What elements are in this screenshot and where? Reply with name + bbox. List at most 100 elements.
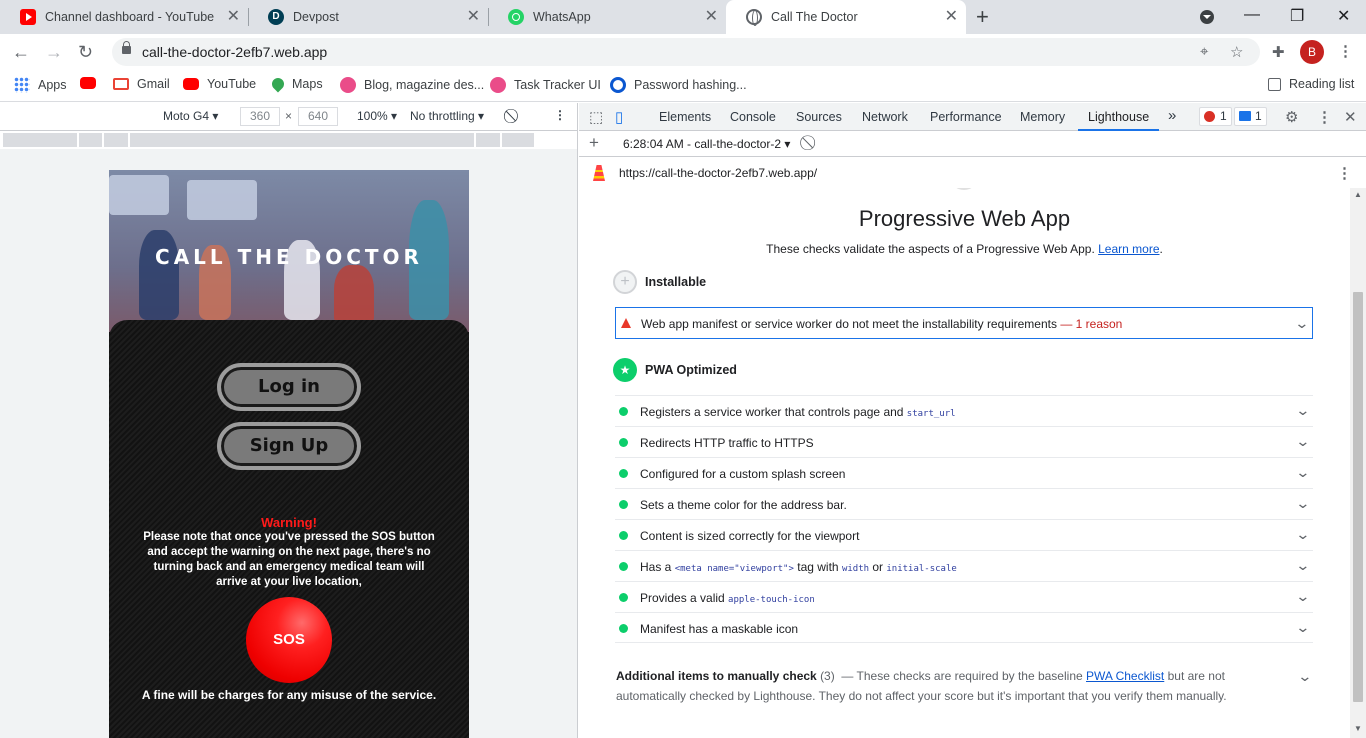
- close-devtools-icon[interactable]: ✕: [1344, 108, 1357, 126]
- globe-icon: [746, 9, 762, 26]
- height-input[interactable]: 640: [298, 107, 338, 126]
- pass-dot-icon: [619, 562, 628, 571]
- device-toggle-icon[interactable]: ▯: [615, 108, 623, 126]
- address-bar[interactable]: call-the-doctor-2efb7.web.app ⌖ ☆: [112, 38, 1260, 66]
- close-tab-icon[interactable]: ✕: [227, 9, 240, 25]
- tab-performance[interactable]: Performance: [930, 110, 1002, 124]
- category-title: Progressive Web App: [858, 206, 1071, 231]
- report-selector[interactable]: 6:28:04 AM - call-the-doctor-2 ▾: [623, 137, 790, 151]
- maximize-icon[interactable]: ❐: [1290, 6, 1304, 26]
- devpost-icon: D: [268, 9, 284, 25]
- reload-icon[interactable]: ↻: [78, 40, 93, 64]
- more-tabs-icon[interactable]: »: [1168, 107, 1176, 124]
- inspect-element-icon[interactable]: ⬚: [589, 108, 603, 126]
- menu-kebab-icon[interactable]: ⋮: [1338, 42, 1353, 60]
- zoom-select[interactable]: 100% ▾: [357, 109, 397, 123]
- lock-icon[interactable]: [122, 41, 131, 54]
- forward-icon[interactable]: →: [45, 40, 63, 64]
- bookmark-password-hashing[interactable]: Password hashing...: [610, 77, 747, 93]
- bookmark-apps[interactable]: Apps: [14, 77, 67, 93]
- dribbble-icon: [340, 77, 356, 93]
- bookmark-task-tracker[interactable]: Task Tracker UI: [490, 77, 601, 93]
- throttling-select[interactable]: No throttling ▾: [410, 109, 484, 123]
- chevron-down-icon[interactable]: ⌄: [1296, 402, 1311, 419]
- chevron-down-icon[interactable]: ⌄: [1296, 588, 1311, 605]
- minimize-icon[interactable]: —: [1244, 6, 1260, 24]
- tab-sources[interactable]: Sources: [796, 110, 842, 124]
- manual-checks-section[interactable]: Additional items to manually check (3) —…: [616, 666, 1276, 706]
- close-window-icon[interactable]: ✕: [1337, 6, 1350, 26]
- gmail-icon: [113, 78, 129, 90]
- location-icon[interactable]: ⌖: [1200, 43, 1208, 60]
- back-icon[interactable]: ←: [12, 40, 30, 64]
- bookmark-youtube-unnamed[interactable]: [80, 77, 104, 89]
- message-count-badge[interactable]: 1: [1234, 107, 1267, 126]
- audit-service-worker[interactable]: Registers a service worker that controls…: [615, 395, 1313, 426]
- devtools-menu-icon[interactable]: ⋮: [1317, 108, 1332, 126]
- audit-content-width[interactable]: Content is sized correctly for the viewp…: [615, 519, 1313, 550]
- audit-theme-color[interactable]: Sets a theme color for the address bar. …: [615, 488, 1313, 519]
- audit-splash-screen[interactable]: Configured for a custom splash screen ⌄: [615, 457, 1313, 488]
- report-scrollbar[interactable]: ▲ ▼: [1350, 188, 1366, 738]
- tab-title: Channel dashboard - YouTube Studio: [45, 10, 215, 24]
- media-query-ruler[interactable]: [0, 131, 577, 149]
- tab-memory[interactable]: Memory: [1020, 110, 1065, 124]
- audit-maskable-icon[interactable]: Manifest has a maskable icon ⌄: [615, 612, 1313, 643]
- reading-list-button[interactable]: Reading list: [1268, 77, 1354, 91]
- close-tab-icon[interactable]: ✕: [705, 9, 718, 25]
- password-site-icon: [610, 77, 626, 93]
- device-emulation-pane: Moto G4 ▾ 360 × 640 100% ▾ No throttling…: [0, 103, 578, 738]
- sos-button[interactable]: SOS: [246, 597, 332, 683]
- login-button[interactable]: Log in: [217, 363, 361, 411]
- chevron-down-icon[interactable]: ⌄: [1295, 315, 1310, 332]
- url-text[interactable]: call-the-doctor-2efb7.web.app: [142, 44, 327, 60]
- bookmark-star-icon[interactable]: ☆: [1230, 43, 1243, 61]
- bookmark-gmail[interactable]: Gmail: [113, 77, 170, 91]
- close-tab-icon[interactable]: ✕: [945, 9, 958, 25]
- tab-search-icon[interactable]: [1200, 10, 1214, 24]
- lighthouse-logo-icon: [593, 165, 605, 181]
- tab-youtube-studio[interactable]: Channel dashboard - YouTube Studio ✕: [0, 0, 249, 34]
- audit-viewport-meta[interactable]: Has a <meta name="viewport"> tag with wi…: [615, 550, 1313, 581]
- width-input[interactable]: 360: [240, 107, 280, 126]
- device-select[interactable]: Moto G4 ▾: [163, 109, 218, 123]
- whatsapp-icon: [508, 9, 524, 25]
- tab-lighthouse[interactable]: Lighthouse: [1077, 110, 1160, 131]
- settings-gear-icon[interactable]: ⚙: [1285, 108, 1298, 126]
- chevron-down-icon[interactable]: ⌄: [1297, 668, 1312, 685]
- installable-badge-icon: [613, 270, 637, 294]
- bookmark-youtube[interactable]: YouTube: [183, 77, 256, 91]
- learn-more-link[interactable]: Learn more: [1098, 242, 1159, 256]
- profile-avatar[interactable]: B: [1300, 40, 1324, 64]
- chevron-down-icon[interactable]: ⌄: [1296, 526, 1311, 543]
- audit-installable-failure[interactable]: Web app manifest or service worker do no…: [615, 307, 1313, 339]
- tab-network[interactable]: Network: [862, 110, 908, 124]
- chevron-down-icon[interactable]: ⌄: [1296, 464, 1311, 481]
- report-menu-icon[interactable]: ⋮: [1337, 164, 1352, 182]
- error-count-badge[interactable]: 1: [1199, 107, 1232, 126]
- bookmark-maps[interactable]: Maps: [269, 75, 323, 93]
- tab-call-the-doctor[interactable]: Call The Doctor ✕: [726, 0, 966, 34]
- message-icon: [1239, 111, 1251, 121]
- device-more-icon[interactable]: ⋮: [554, 108, 566, 122]
- close-tab-icon[interactable]: ✕: [467, 9, 480, 25]
- audit-apple-touch-icon[interactable]: Provides a valid apple-touch-icon ⌄: [615, 581, 1313, 612]
- tab-console[interactable]: Console: [730, 110, 776, 124]
- audit-redirects-http[interactable]: Redirects HTTP traffic to HTTPS ⌄: [615, 426, 1313, 457]
- chevron-down-icon[interactable]: ⌄: [1296, 495, 1311, 512]
- pwa-checklist-link[interactable]: PWA Checklist: [1086, 669, 1164, 683]
- chevron-down-icon[interactable]: ⌄: [1296, 557, 1311, 574]
- tab-elements[interactable]: Elements: [659, 110, 711, 124]
- extensions-icon[interactable]: ✚: [1272, 43, 1285, 61]
- new-report-icon[interactable]: +: [589, 133, 599, 153]
- bookmark-blog[interactable]: Blog, magazine des...: [340, 77, 484, 93]
- new-tab-icon[interactable]: +: [976, 5, 989, 29]
- signup-button[interactable]: Sign Up: [217, 422, 361, 470]
- tab-whatsapp[interactable]: WhatsApp ✕: [488, 0, 726, 34]
- chevron-down-icon[interactable]: ⌄: [1296, 433, 1311, 450]
- mobile-viewport: CALL THE DOCTOR Log in Sign Up Warning! …: [109, 170, 469, 738]
- scrollbar-thumb[interactable]: [1353, 292, 1363, 702]
- report-url[interactable]: https://call-the-doctor-2efb7.web.app/: [619, 166, 817, 180]
- chevron-down-icon[interactable]: ⌄: [1296, 619, 1311, 636]
- tab-devpost[interactable]: D Devpost ✕: [248, 0, 489, 34]
